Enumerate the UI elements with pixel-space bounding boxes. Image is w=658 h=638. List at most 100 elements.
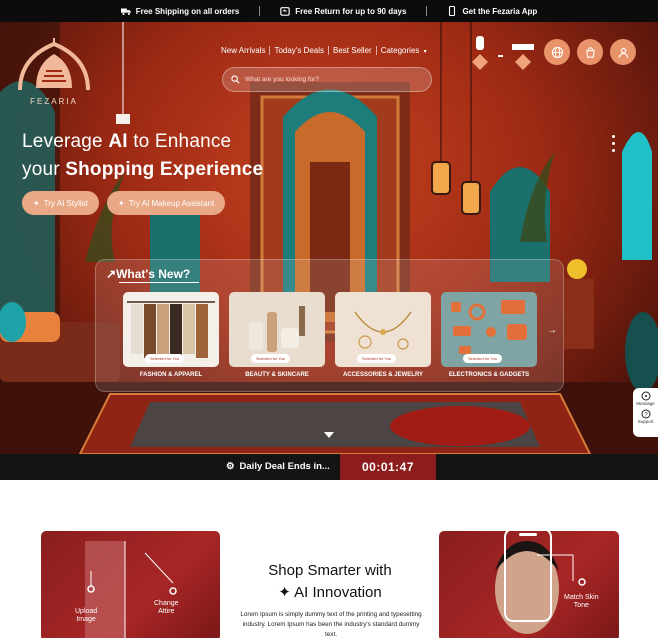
headline-line2: your Shopping Experience xyxy=(22,156,263,184)
carousel-dots[interactable] xyxy=(612,135,615,152)
promo-label: Free Shipping on all orders xyxy=(135,6,240,16)
match-skin-tone-label: Match Skin Tone xyxy=(564,594,599,610)
try-ai-stylist-button[interactable]: ✦ Try AI Stylist xyxy=(22,191,99,215)
promo-label: Get the Fezaria App xyxy=(462,6,538,16)
language-button[interactable] xyxy=(544,39,570,65)
message-button[interactable]: Message xyxy=(633,391,658,406)
dot xyxy=(612,142,615,145)
skin-match-panel[interactable]: Match Skin Tone xyxy=(439,531,619,638)
electronics-image: Selected for You xyxy=(441,292,537,367)
card-label: FASHION & APPAREL xyxy=(139,372,203,378)
fashion-image: Selected for You xyxy=(123,292,219,367)
title-line2: ✦ AI Innovation xyxy=(230,582,430,604)
next-arrow-icon[interactable]: → xyxy=(547,325,557,336)
headline-line1: Leverage AI to Enhance xyxy=(22,128,263,156)
promo-free-return: Free Return for up to 90 days xyxy=(260,6,426,16)
title-line2-text: AI Innovation xyxy=(294,584,382,601)
deal-label: ⚙ Daily Deal Ends in... xyxy=(226,461,330,472)
side-help-widget: Message ? Support xyxy=(633,388,658,437)
ai-features-section: Upload Image Change Attire Shop Smarter wi… xyxy=(0,480,658,638)
globe-icon xyxy=(551,46,563,58)
upload-image-label: Upload Image xyxy=(75,608,97,624)
title-line1: Shop Smarter with xyxy=(268,562,392,579)
text: your xyxy=(22,159,66,180)
chevron-down-icon: ▾ xyxy=(423,49,427,55)
whats-new-title: ↗What's New? xyxy=(106,267,200,283)
category-card-beauty[interactable]: Selected for You BEAUTY & SKINCARE xyxy=(229,292,325,378)
main-nav: New Arrivals Today's Deals Best Seller C… xyxy=(217,46,431,55)
selected-tag: Selected for You xyxy=(145,354,185,363)
search-bar xyxy=(222,67,432,92)
promo-get-app[interactable]: Get the Fezaria App xyxy=(427,6,557,16)
shopping-bag-icon xyxy=(585,46,595,58)
selected-tag: Selected for You xyxy=(463,354,503,363)
nav-todays-deals[interactable]: Today's Deals xyxy=(270,46,330,55)
outfit-swap-illustration xyxy=(85,541,177,638)
brand-name: FEZARIA xyxy=(30,97,78,106)
category-card-fashion[interactable]: Selected for You FASHION & APPAREL xyxy=(123,292,219,378)
hero-banner: FEZARIA New Arrivals Today's Deals Best … xyxy=(0,22,658,454)
promo-free-shipping: Free Shipping on all orders xyxy=(101,6,260,16)
text-bold: AI xyxy=(108,131,128,152)
whats-new-panel: ↗What's New? Selected for You FASHION & … xyxy=(95,259,564,392)
cart-button[interactable] xyxy=(577,39,603,65)
change-attire-label: Change Attire xyxy=(154,600,179,616)
promo-bar: Free Shipping on all orders Free Return … xyxy=(0,0,658,22)
text-bold: Shopping Experience xyxy=(65,159,264,180)
nav-best-seller[interactable]: Best Seller xyxy=(329,46,377,55)
user-icon xyxy=(618,47,628,58)
question-icon: ? xyxy=(641,409,650,419)
section-title: Shop Smarter with ✦ AI Innovation xyxy=(230,560,430,604)
search-input[interactable] xyxy=(245,76,415,83)
label-line: Image xyxy=(76,616,96,623)
brand-logo[interactable]: FEZARIA xyxy=(14,36,94,106)
text: Leverage xyxy=(22,131,109,152)
face-scan-illustration xyxy=(495,531,586,634)
hanging-ornament-icon xyxy=(472,36,534,70)
dot xyxy=(612,135,615,138)
arrow-up-right-icon: ↗ xyxy=(106,267,117,281)
message-label: Message xyxy=(636,401,655,406)
promo-label: Free Return for up to 90 days xyxy=(295,6,407,16)
label-line: Tone xyxy=(573,602,589,609)
chat-icon xyxy=(641,391,650,401)
nav-categories-label: Categories xyxy=(380,46,420,55)
label-line: Match Skin xyxy=(564,594,599,601)
cta-label: Try AI Stylist xyxy=(43,198,88,208)
label-line: Upload xyxy=(75,608,98,615)
dot xyxy=(612,149,615,152)
title-text: What's New? xyxy=(116,267,191,281)
selected-tag: Selected for You xyxy=(251,354,291,363)
deal-timer: 00:01:47 xyxy=(340,454,436,480)
label-line: Change xyxy=(154,600,179,607)
fezaria-dome-logo-icon xyxy=(18,38,90,91)
try-ai-makeup-button[interactable]: ✦ Try AI Makeup Assistant xyxy=(107,191,226,215)
selected-tag: Selected for You xyxy=(357,354,397,363)
text: to Enhance xyxy=(127,131,232,152)
phone-icon xyxy=(449,6,456,16)
category-card-accessories[interactable]: Selected for You ACCESSORIES & JEWELRY xyxy=(335,292,431,378)
label-line: Attire xyxy=(158,608,175,615)
nav-new-arrivals[interactable]: New Arrivals xyxy=(217,46,271,55)
scroll-down-icon[interactable] xyxy=(324,432,334,438)
deal-text: Daily Deal Ends in... xyxy=(239,461,330,472)
sparkle-icon: ✦ xyxy=(33,198,40,208)
beauty-image: Selected for You xyxy=(229,292,325,367)
daily-deal-bar[interactable]: ⚙ Daily Deal Ends in... 00:01:47 xyxy=(0,454,658,480)
jewelry-image: Selected for You xyxy=(335,292,431,367)
section-body: Lorem Ipsum is simply dummy text of the … xyxy=(240,611,422,638)
account-button[interactable] xyxy=(610,39,636,65)
truck-icon xyxy=(120,8,131,15)
sparkle-icon: ✦ xyxy=(278,584,295,601)
hero-headline: Leverage AI to Enhance your Shopping Exp… xyxy=(22,128,263,184)
nav-categories[interactable]: Categories ▾ xyxy=(377,46,431,55)
sparkle-icon: ✦ xyxy=(118,198,125,208)
support-button[interactable]: ? Support xyxy=(633,409,658,424)
card-label: ACCESSORIES & JEWELRY xyxy=(342,372,424,378)
category-card-electronics[interactable]: Selected for You ELECTRONICS & GADGETS xyxy=(441,292,537,378)
return-box-icon xyxy=(280,7,291,16)
header-actions xyxy=(544,39,636,65)
try-on-panel[interactable]: Upload Image Change Attire xyxy=(41,531,220,638)
cta-label: Try AI Makeup Assistant xyxy=(128,198,215,208)
support-label: Support xyxy=(637,419,654,424)
